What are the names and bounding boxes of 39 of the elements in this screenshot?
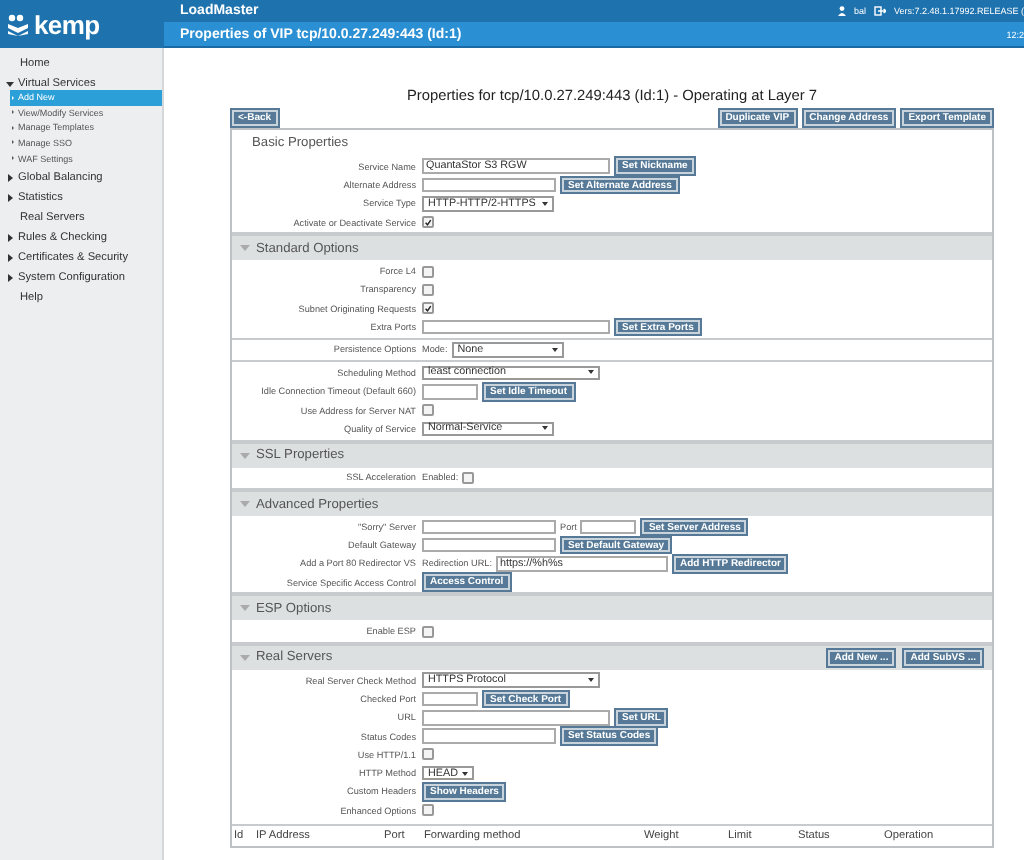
logo-icon	[6, 13, 30, 35]
logout-icon[interactable]	[873, 6, 886, 16]
caret-icon	[588, 678, 594, 683]
chevron-down-icon[interactable]	[240, 244, 250, 253]
text-field[interactable]	[422, 177, 556, 193]
caret-icon	[542, 426, 548, 431]
chevron-down-icon[interactable]	[240, 604, 250, 613]
chevron-down-icon[interactable]	[240, 653, 250, 662]
chevron-down-icon[interactable]	[240, 500, 250, 509]
caret-icon	[551, 347, 558, 352]
text-field[interactable]	[422, 710, 610, 726]
caret-right-icon[interactable]	[6, 253, 14, 262]
text-field[interactable]	[422, 519, 556, 535]
checkbox[interactable]	[422, 804, 434, 817]
text-field[interactable]	[422, 384, 478, 400]
text-field[interactable]	[422, 691, 478, 707]
logo-text: kemp	[34, 9, 100, 39]
checkbox[interactable]	[422, 625, 434, 638]
caret-right-icon[interactable]	[6, 193, 14, 202]
text-field[interactable]	[580, 519, 637, 535]
checkbox[interactable]	[462, 471, 475, 484]
checkbox[interactable]	[422, 216, 434, 229]
caret-icon	[542, 201, 548, 206]
caret-icon	[462, 771, 468, 776]
caret-down-icon[interactable]	[6, 80, 14, 88]
user-icon	[837, 6, 846, 16]
caret-icon	[588, 370, 594, 375]
checkbox[interactable]	[422, 404, 434, 417]
caret-right-icon[interactable]	[6, 233, 14, 242]
checkbox[interactable]	[422, 265, 434, 278]
checkbox[interactable]	[422, 748, 434, 761]
caret-right-icon[interactable]	[6, 273, 14, 282]
caret-right-icon[interactable]	[6, 173, 14, 182]
checkbox[interactable]	[422, 283, 434, 296]
text-field[interactable]	[422, 728, 556, 744]
text-field[interactable]	[422, 537, 556, 553]
chevron-down-icon[interactable]	[240, 451, 250, 460]
text-field[interactable]	[422, 319, 610, 335]
checkbox[interactable]	[422, 302, 434, 315]
